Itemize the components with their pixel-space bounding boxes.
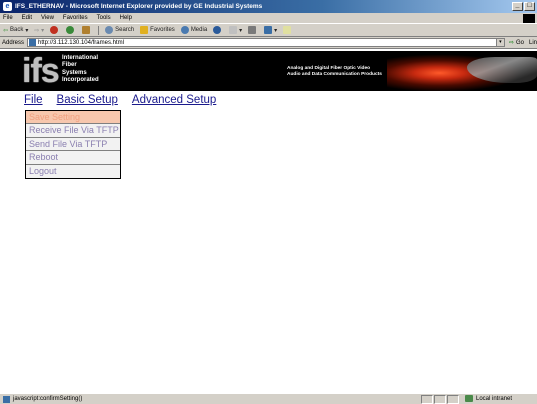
address-dropdown-button[interactable]: ▾ [495,39,504,46]
go-arrow-icon: ⇨ [508,40,514,46]
links-button[interactable]: Lin [529,40,537,46]
windows-logo-icon [523,14,535,23]
back-arrow-icon: ⇦ [3,27,9,34]
window-title: IFS_ETHERNAV - Microsoft Internet Explor… [15,3,263,10]
status-panel [434,395,446,404]
address-label: Address [2,39,25,46]
history-button[interactable] [213,26,223,34]
edit-page-icon [264,26,273,34]
menu-tools[interactable]: Tools [97,15,111,21]
discuss-icon [283,26,292,34]
print-icon [248,26,257,34]
menu-view[interactable]: View [41,15,54,21]
address-url: http://3.112.130.104/frames.html [38,39,124,46]
security-zone: Local intranet [465,395,512,402]
discuss-button[interactable] [283,26,293,34]
forward-arrow-icon: ⇨ ▾ [34,27,45,34]
menu-item-reboot[interactable]: Reboot [26,151,120,165]
menu-edit[interactable]: Edit [22,15,32,21]
stop-icon [50,26,59,34]
search-button[interactable]: Search [105,26,134,34]
forward-button[interactable]: ⇨ ▾ [34,27,44,34]
setup-navigation: File Basic Setup Advanced Setup [24,94,230,106]
chevron-down-icon: ▾ [274,27,278,34]
go-button[interactable]: ⇨ Go [508,39,524,47]
status-panel [447,395,459,404]
stop-button[interactable] [50,26,60,34]
intranet-icon [465,395,473,402]
browser-toolbar: ⇦ Back ▾ ⇨ ▾ Search Favorites Media ▾ ▾ [0,24,537,37]
nav-basic-setup-link[interactable]: Basic Setup [57,94,118,106]
status-bar: javascript:confirmSetting() Local intran… [0,393,537,404]
banner-tagline: Analog and Digital Fiber Optic Video Aud… [287,66,382,77]
history-icon [213,26,222,34]
address-bar: Address http://3.112.130.104/frames.html… [0,37,537,49]
favorites-button[interactable]: Favorites [140,26,175,34]
print-button[interactable] [248,26,258,34]
home-icon [82,26,91,34]
mail-button[interactable]: ▾ [229,26,242,34]
chevron-down-icon: ▾ [239,27,243,34]
refresh-icon [66,26,75,34]
window-titlebar: e IFS_ETHERNAV - Microsoft Internet Expl… [0,0,537,13]
ifs-logo: ifs [22,52,60,90]
mail-icon [229,26,238,34]
menu-help[interactable]: Help [120,15,132,21]
menu-item-receive-file-tftp[interactable]: Receive File Via TFTP [26,124,120,138]
menu-item-send-file-tftp[interactable]: Send File Via TFTP [26,137,120,152]
status-panel [421,395,433,404]
home-button[interactable] [82,26,92,34]
refresh-button[interactable] [66,26,76,34]
address-input[interactable]: http://3.112.130.104/frames.html ▾ [27,38,505,47]
nav-advanced-setup-link[interactable]: Advanced Setup [132,94,216,106]
search-icon [105,26,114,34]
maximize-button[interactable]: □ [524,2,535,11]
file-menu: Save Setting Receive File Via TFTP Send … [25,110,121,179]
page-icon [29,39,37,46]
nav-file-link[interactable]: File [24,94,43,106]
media-icon [180,26,189,34]
chevron-down-icon: ▾ [25,27,29,34]
company-name: International Fiber Systems Incorporated [62,55,99,84]
menu-item-logout[interactable]: Logout [26,164,120,178]
status-text: javascript:confirmSetting() [13,396,83,402]
media-button[interactable]: Media [180,26,207,34]
back-button[interactable]: ⇦ Back ▾ [3,27,28,34]
menu-item-save-setting[interactable]: Save Setting [26,111,120,125]
status-page-icon [3,395,10,403]
edit-button[interactable]: ▾ [264,26,277,34]
menu-file[interactable]: File [3,15,13,21]
ifs-banner: ifs International Fiber Systems Incorpor… [0,51,537,91]
favorites-icon [140,26,149,34]
menu-favorites[interactable]: Favorites [63,15,88,21]
internet-explorer-icon: e [3,2,12,11]
toolbar-separator [98,25,100,35]
browser-menubar: File Edit View Favorites Tools Help [0,13,537,24]
minimize-button[interactable]: _ [512,2,523,11]
